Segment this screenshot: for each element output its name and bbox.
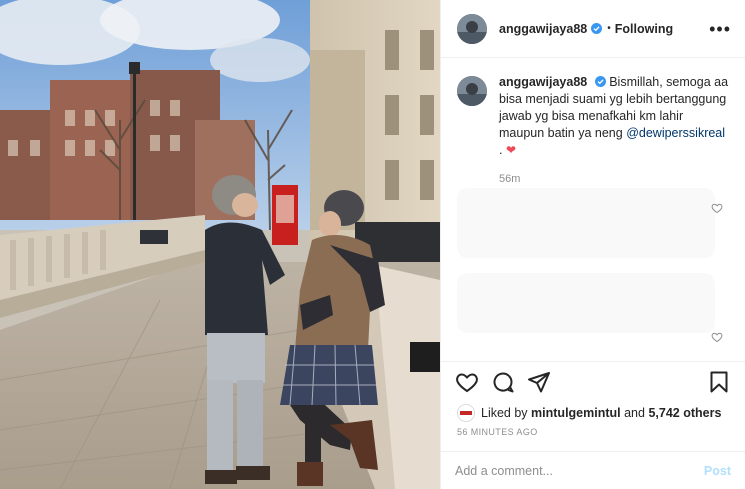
following-button[interactable]: Following xyxy=(615,22,673,36)
blurred-comment xyxy=(457,273,715,333)
heart-icon[interactable] xyxy=(455,370,479,394)
photo-scene xyxy=(0,0,440,489)
caption-suffix: . xyxy=(499,143,506,157)
comment-icon[interactable] xyxy=(491,370,515,394)
caption-username[interactable]: anggawijaya88 xyxy=(499,75,587,89)
action-bar xyxy=(441,361,745,401)
comment-like-icon[interactable] xyxy=(711,331,723,343)
author-avatar[interactable] xyxy=(457,13,487,44)
likes-middle: and xyxy=(624,406,645,420)
more-options-icon[interactable]: ••• xyxy=(709,20,731,38)
caption-avatar[interactable] xyxy=(457,76,487,106)
liker-username[interactable]: mintulgemintul xyxy=(531,406,621,420)
post-header: anggawijaya88 • Following ••• xyxy=(441,0,745,58)
header-username[interactable]: anggawijaya88 xyxy=(499,22,587,36)
likes-prefix: Liked by xyxy=(481,406,528,420)
caption-time: 56m xyxy=(499,173,521,185)
comment-form: Post xyxy=(441,451,745,489)
comment-input[interactable] xyxy=(455,463,704,478)
comments-area: anggawijaya88 Bismillah, semoga aa bisa … xyxy=(441,58,745,361)
heart-emoji-icon: ❤ xyxy=(505,143,517,157)
post-timestamp: 56 MINUTES AGO xyxy=(457,427,538,437)
caption-mention-link[interactable]: @dewiperssikreal xyxy=(626,126,725,140)
post-comment-button[interactable]: Post xyxy=(704,464,731,478)
comment-like-icon[interactable] xyxy=(711,202,723,214)
instagram-post: anggawijaya88 • Following ••• anggawijay… xyxy=(0,0,745,489)
bookmark-icon[interactable] xyxy=(707,370,731,394)
post-photo[interactable] xyxy=(0,0,440,489)
header-separator: • xyxy=(607,23,611,34)
caption-verified-icon xyxy=(594,75,606,87)
likes-summary: Liked by mintulgemintul and 5,742 others xyxy=(441,401,745,425)
post-side-panel: anggawijaya88 • Following ••• anggawijay… xyxy=(440,0,745,489)
blurred-comment xyxy=(457,188,715,258)
likes-count-link[interactable]: 5,742 others xyxy=(648,406,721,420)
share-icon[interactable] xyxy=(527,370,551,394)
liker-avatar[interactable] xyxy=(457,404,475,422)
caption-body: anggawijaya88 Bismillah, semoga aa bisa … xyxy=(499,74,729,188)
verified-badge-icon xyxy=(591,23,603,34)
caption: anggawijaya88 Bismillah, semoga aa bisa … xyxy=(457,74,729,188)
